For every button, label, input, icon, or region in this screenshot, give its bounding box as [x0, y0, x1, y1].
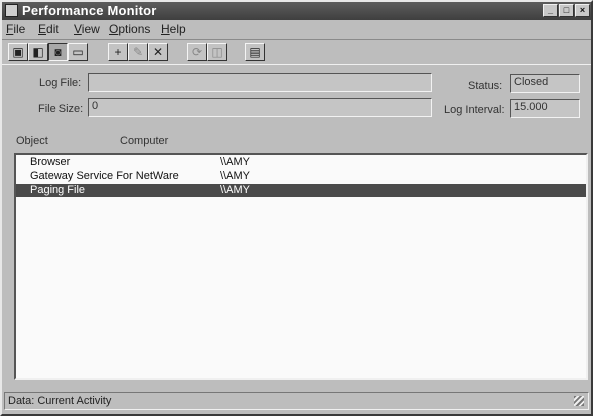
list-item-selected[interactable]: Paging File \\AMY	[16, 184, 586, 197]
computer-name: \\AMY	[220, 170, 250, 182]
computer-name: \\AMY	[220, 184, 250, 196]
options-icon[interactable]: ▤	[245, 43, 265, 61]
minimize-button[interactable]: _	[543, 4, 558, 17]
update-icon[interactable]: ⟳	[187, 43, 207, 61]
log-file-label: Log File:	[39, 77, 82, 89]
log-file-field	[88, 73, 432, 92]
file-size-label: File Size:	[38, 103, 84, 115]
menu-help[interactable]: Help	[161, 22, 186, 36]
log-view-icon[interactable]: ◙	[48, 43, 68, 61]
object-column-header: Object	[16, 135, 48, 147]
status-field: Closed	[510, 74, 580, 93]
list-item[interactable]: Browser \\AMY	[16, 156, 586, 169]
menu-view[interactable]: View	[74, 22, 100, 36]
report-view-icon[interactable]: ▭	[68, 43, 88, 61]
resize-grip-icon[interactable]	[574, 396, 584, 406]
log-interval-label: Log Interval:	[444, 104, 505, 116]
object-name: Browser	[30, 156, 71, 168]
computer-column-header: Computer	[120, 135, 169, 147]
alert-view-icon[interactable]: ◧	[28, 43, 48, 61]
status-label: Status:	[468, 80, 503, 92]
menu-edit[interactable]: Edit	[38, 22, 59, 36]
log-interval-field[interactable]: 15.000	[510, 99, 580, 118]
status-text: Data: Current Activity	[8, 395, 112, 407]
chart-view-icon[interactable]: ▣	[8, 43, 28, 61]
window-title: Performance Monitor	[22, 3, 157, 18]
status-bar: Data: Current Activity	[4, 392, 589, 410]
computer-name: \\AMY	[220, 156, 250, 168]
list-item[interactable]: Gateway Service For NetWare \\AMY	[16, 170, 586, 183]
file-size-field: 0	[88, 98, 432, 117]
menu-options[interactable]: Options	[109, 22, 150, 36]
performance-monitor-window: Performance Monitor _ □ × File Edit View…	[0, 0, 593, 416]
title-bar[interactable]: Performance Monitor _ □ ×	[2, 2, 591, 20]
menu-bar: File Edit View Options Help	[2, 20, 591, 38]
toolbar: ▣ ◧ ◙ ▭ + ✎ ✕ ⟳ ◫ ▤	[2, 39, 591, 65]
object-name: Gateway Service For NetWare	[30, 170, 179, 182]
bookmark-icon[interactable]: ◫	[207, 43, 227, 61]
close-button[interactable]: ×	[575, 4, 590, 17]
object-list[interactable]: Browser \\AMY Gateway Service For NetWar…	[14, 153, 588, 380]
menu-file[interactable]: File	[6, 22, 25, 36]
edit-icon[interactable]: ✎	[128, 43, 148, 61]
maximize-button[interactable]: □	[559, 4, 574, 17]
object-name: Paging File	[30, 184, 86, 196]
delete-icon[interactable]: ✕	[148, 43, 168, 61]
add-icon[interactable]: +	[108, 43, 128, 61]
app-icon[interactable]	[5, 4, 18, 17]
